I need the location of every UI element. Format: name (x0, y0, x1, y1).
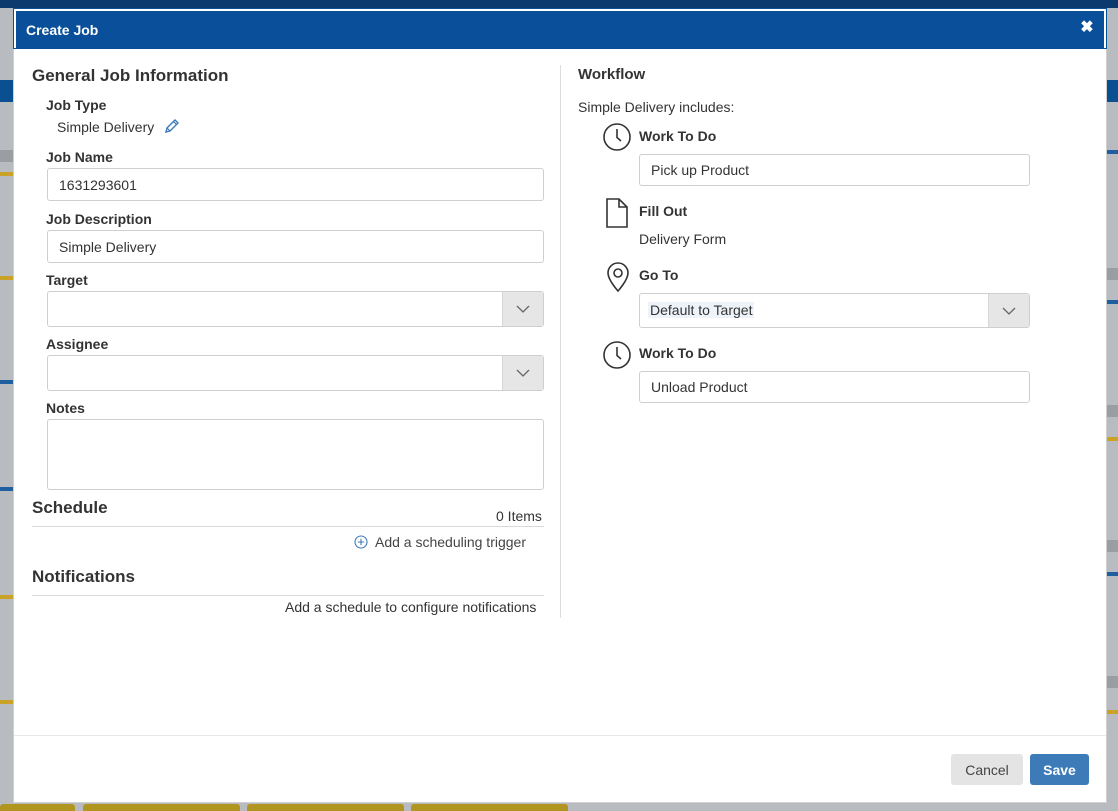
background-row (0, 700, 14, 704)
background-row (1106, 150, 1118, 154)
workflow-heading: Workflow (578, 66, 646, 83)
notifications-heading: Notifications (32, 567, 135, 586)
job-description-label: Job Description (46, 211, 152, 227)
assignee-label: Assignee (46, 336, 109, 352)
workflow-intro: Simple Delivery includes: (578, 99, 735, 115)
create-job-dialog: Create Job ✖ General Job Information Job… (13, 8, 1107, 803)
chevron-down-icon[interactable] (502, 356, 543, 390)
cancel-button[interactable]: Cancel (951, 754, 1023, 785)
dialog-title: Create Job (26, 22, 99, 38)
chevron-down-icon[interactable] (502, 292, 543, 326)
workflow-step-title: Work To Do (639, 128, 717, 144)
workflow-step-work-input[interactable] (639, 154, 1030, 186)
clock-icon (602, 340, 632, 370)
schedule-heading: Schedule (32, 498, 108, 517)
background-row (1106, 572, 1118, 576)
background-row (0, 380, 14, 384)
background-row (1106, 676, 1118, 688)
notes-label: Notes (46, 400, 85, 416)
background-row (1106, 437, 1118, 441)
background-left-strip (0, 8, 14, 811)
dialog-header: Create Job ✖ (13, 8, 1107, 49)
background-row (1106, 540, 1118, 552)
plus-circle-icon (354, 535, 368, 549)
background-row (0, 487, 14, 491)
add-scheduling-trigger-link[interactable]: Add a scheduling trigger (354, 534, 526, 550)
edit-pencil-icon[interactable] (164, 118, 180, 139)
add-scheduling-trigger-label: Add a scheduling trigger (375, 534, 526, 550)
notes-textarea[interactable] (47, 419, 544, 490)
background-band (1106, 80, 1118, 102)
document-icon (604, 197, 634, 228)
background-tab (0, 804, 75, 811)
workflow-step-form-name: Delivery Form (639, 231, 727, 247)
background-band (0, 80, 14, 102)
notifications-hint: Add a schedule to configure notification… (285, 599, 537, 615)
background-row (1106, 405, 1118, 417)
close-icon[interactable]: ✖ (1078, 19, 1096, 37)
job-type-value: Simple Delivery (57, 119, 155, 135)
workflow-step-title: Fill Out (639, 203, 688, 219)
chevron-down-icon[interactable] (988, 294, 1029, 327)
background-row (0, 276, 14, 280)
background-topbar (0, 0, 1118, 8)
workflow-step-title: Work To Do (639, 345, 717, 361)
background-tab (411, 804, 568, 811)
job-description-input[interactable] (47, 230, 544, 263)
general-info-heading: General Job Information (32, 66, 229, 85)
map-pin-icon (605, 261, 635, 293)
go-to-select[interactable]: Default to Target (639, 293, 1030, 328)
go-to-select-value: Default to Target (648, 302, 755, 318)
background-row (1106, 300, 1118, 304)
job-type-label: Job Type (46, 97, 107, 113)
footer-divider (14, 735, 1106, 736)
clock-icon (602, 122, 632, 152)
notifications-divider (32, 595, 544, 596)
background-tab (83, 804, 240, 811)
save-button[interactable]: Save (1030, 754, 1089, 785)
schedule-count: 0 Items (496, 508, 542, 524)
background-row (1106, 710, 1118, 714)
job-name-input[interactable] (47, 168, 544, 201)
workflow-step-title: Go To (639, 267, 679, 283)
workflow-step-work-input[interactable] (639, 371, 1030, 403)
schedule-divider (32, 526, 544, 527)
background-row (0, 595, 14, 599)
background-row (0, 172, 14, 176)
column-divider (560, 65, 561, 618)
target-label: Target (46, 272, 88, 288)
background-row (0, 150, 14, 162)
background-row (1106, 268, 1118, 280)
target-select[interactable] (47, 291, 544, 327)
background-tab (247, 804, 404, 811)
job-name-label: Job Name (46, 149, 113, 165)
assignee-select[interactable] (47, 355, 544, 391)
